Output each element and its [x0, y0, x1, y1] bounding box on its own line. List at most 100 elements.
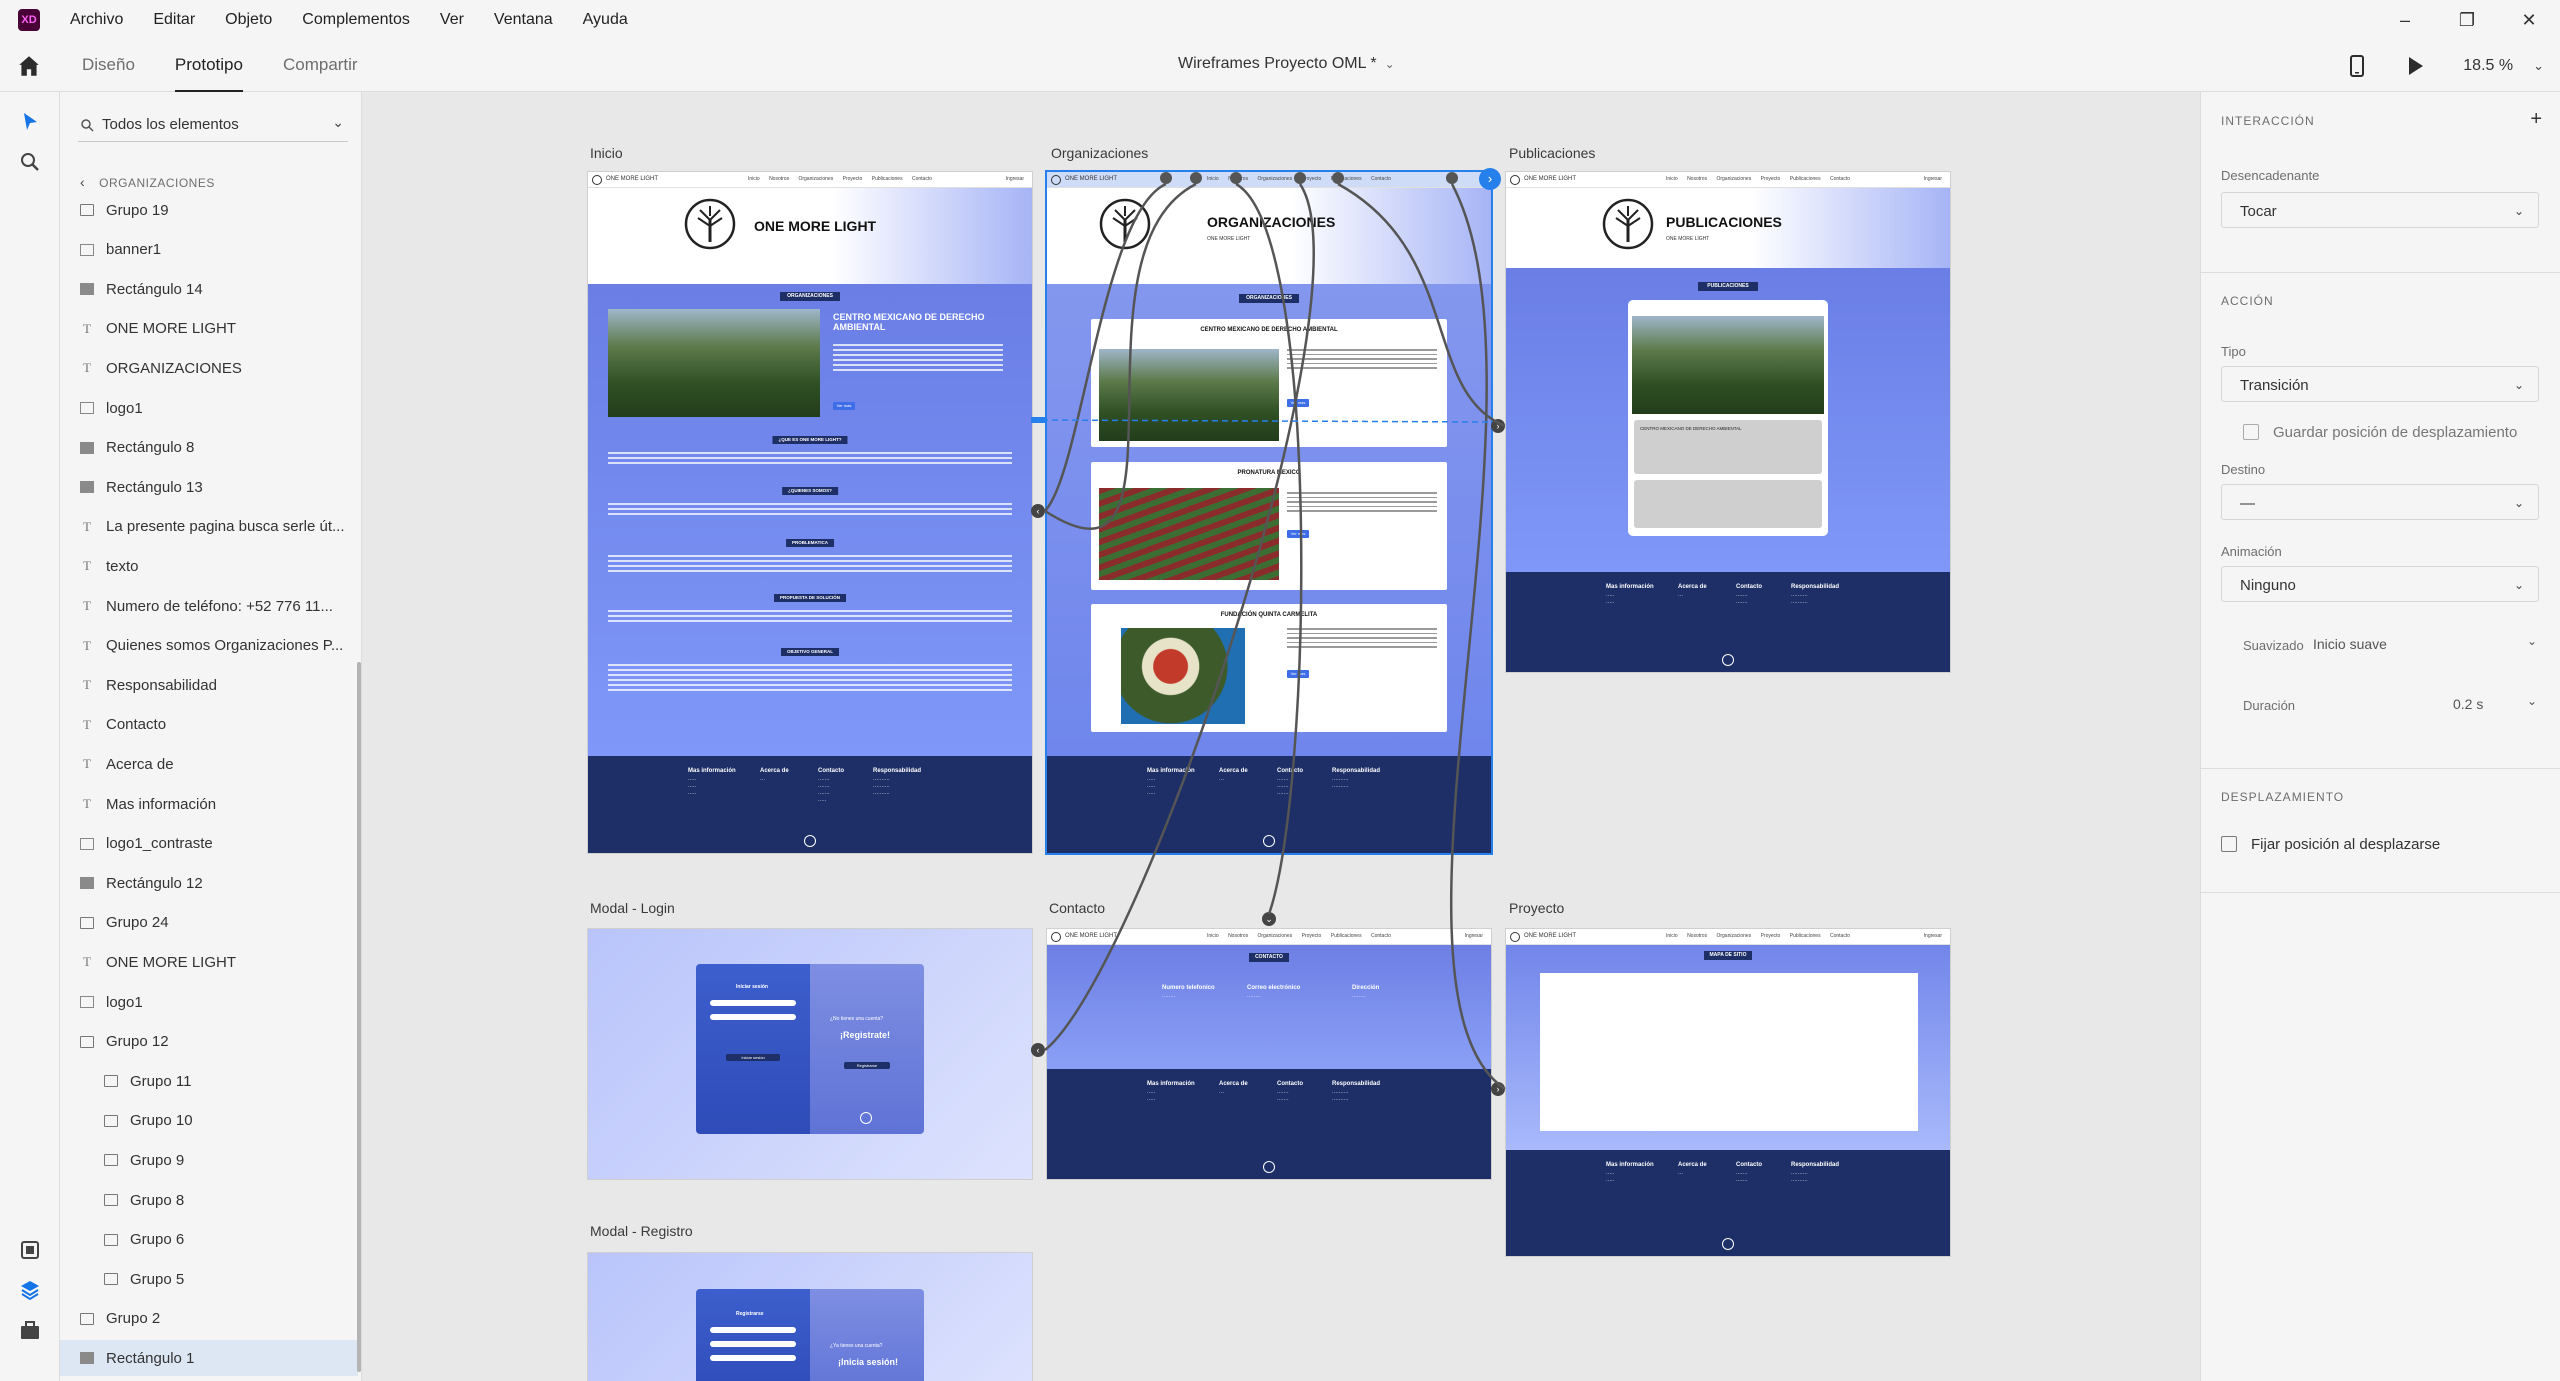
layer-row[interactable]: logo1_contraste — [60, 826, 358, 862]
restore-icon[interactable]: ❐ — [2436, 0, 2498, 40]
type-select[interactable]: Transición ⌄ — [2221, 366, 2539, 402]
artboard-inicio[interactable]: ONE MORE LIGHT Inicio Nosotros Organizac… — [588, 172, 1032, 853]
layers-panel-icon[interactable] — [18, 1278, 42, 1302]
layer-row[interactable]: Rectángulo 1 — [60, 1340, 358, 1377]
layer-row[interactable]: T Quienes somos Organizaciones P... — [60, 628, 358, 664]
nav-link[interactable]: Contacto — [1371, 933, 1391, 939]
layer-row[interactable]: T La presente pagina busca serle út... — [60, 509, 358, 545]
nav-link[interactable]: Publicaciones — [872, 176, 903, 182]
minimize-icon[interactable]: – — [2374, 0, 2436, 40]
preserve-scroll-checkbox[interactable] — [2243, 424, 2259, 440]
layer-row[interactable]: T ONE MORE LIGHT — [60, 944, 358, 980]
plugins-panel-icon[interactable] — [18, 1318, 42, 1342]
nav-link[interactable]: Nosotros — [769, 176, 789, 182]
layer-row[interactable]: Grupo 10 — [60, 1103, 358, 1139]
layer-row[interactable]: Grupo 6 — [60, 1222, 358, 1258]
connection-handle[interactable] — [1332, 172, 1344, 184]
animation-select[interactable]: Ninguno ⌄ — [2221, 566, 2539, 602]
layer-row[interactable]: T Acerca de — [60, 746, 358, 782]
artboard-label-inicio[interactable]: Inicio — [590, 145, 623, 161]
nav-link[interactable]: Contacto — [1830, 933, 1850, 939]
menu-editar[interactable]: Editar — [153, 11, 195, 29]
tab-diseno[interactable]: Diseño — [82, 40, 135, 92]
menu-archivo[interactable]: Archivo — [70, 11, 123, 29]
nav-link[interactable]: Organizaciones — [1716, 176, 1751, 182]
nav-link[interactable]: Inicio — [1666, 176, 1678, 182]
login-nav-button[interactable]: Ingresar — [1924, 176, 1942, 182]
duration-value[interactable]: 0.2 s — [2453, 696, 2483, 712]
layer-row[interactable]: logo1 — [60, 984, 358, 1020]
nav-link[interactable]: Nosotros — [1687, 933, 1707, 939]
layer-row[interactable]: Rectángulo 12 — [60, 865, 358, 901]
layer-row[interactable]: Grupo 11 — [60, 1063, 358, 1099]
nav-link[interactable]: Publicaciones — [1790, 176, 1821, 182]
layer-row[interactable]: Rectángulo 14 — [60, 271, 358, 307]
nav-link[interactable]: Organizaciones — [1257, 933, 1292, 939]
layer-row[interactable]: Grupo 8 — [60, 1182, 358, 1218]
nav-link[interactable]: Nosotros — [1687, 176, 1707, 182]
back-arrow-icon[interactable]: ‹ — [80, 174, 85, 190]
wire-arrow-icon[interactable]: › — [1491, 419, 1505, 433]
breadcrumb[interactable]: ‹ ORGANIZACIONES — [80, 174, 215, 190]
nav-link[interactable]: Inicio — [1207, 176, 1219, 182]
layer-row[interactable]: Rectángulo 8 — [60, 430, 358, 466]
comments-box[interactable] — [1634, 480, 1822, 528]
connection-handle[interactable] — [1294, 172, 1306, 184]
menu-ayuda[interactable]: Ayuda — [583, 11, 628, 29]
nav-link[interactable]: Contacto — [912, 176, 932, 182]
email-field[interactable] — [710, 1341, 796, 1347]
nav-link[interactable]: Organizaciones — [1716, 933, 1751, 939]
connection-handle[interactable] — [1190, 172, 1202, 184]
connection-handle[interactable] — [1230, 172, 1242, 184]
layer-row[interactable]: T Contacto — [60, 707, 358, 743]
document-title[interactable]: Wireframes Proyecto OML * ⌄ — [1178, 55, 1395, 73]
artboard-label-publicaciones[interactable]: Publicaciones — [1509, 145, 1595, 161]
play-icon[interactable] — [2405, 54, 2425, 78]
nav-link[interactable]: Organizaciones — [798, 176, 833, 182]
layer-row[interactable]: Ttexto — [60, 548, 358, 584]
artboard-organizaciones[interactable]: ONE MORE LIGHT Inicio Nosotros Organizac… — [1047, 172, 1491, 853]
org-card[interactable]: FUNDACIÓN QUINTA CARMELITA Ver mas — [1091, 604, 1447, 732]
login-nav-button[interactable]: Ingresar — [1006, 176, 1024, 182]
nav-link[interactable]: Publicaciones — [1790, 933, 1821, 939]
artboard-contacto[interactable]: ONE MORE LIGHT Inicio Nosotros Organizac… — [1047, 929, 1491, 1179]
name-field[interactable] — [710, 1327, 796, 1333]
artboard-publicaciones[interactable]: ONE MORE LIGHT Inicio Nosotros Organizac… — [1506, 172, 1950, 672]
wire-arrow-icon[interactable]: › — [1491, 1082, 1505, 1096]
trigger-select[interactable]: Tocar ⌄ — [2221, 192, 2539, 228]
register-button[interactable]: Registrarse — [844, 1062, 890, 1069]
nav-link[interactable]: Contacto — [1830, 176, 1850, 182]
nav-link[interactable]: Publicaciones — [1331, 933, 1362, 939]
tab-compartir[interactable]: Compartir — [283, 40, 358, 92]
nav-link[interactable]: Inicio — [1666, 933, 1678, 939]
layer-row[interactable]: T ONE MORE LIGHT — [60, 311, 358, 347]
layer-row[interactable]: T Numero de teléfono: +52 776 11... — [60, 588, 358, 624]
email-field[interactable] — [710, 1000, 796, 1006]
assets-panel-icon[interactable] — [18, 1238, 42, 1262]
publication-card[interactable]: CENTRO MEXICANO DE DERECHO AMBIENTAL — [1628, 300, 1828, 536]
add-interaction-arrow-icon[interactable]: › — [1479, 168, 1501, 190]
menu-complementos[interactable]: Complementos — [302, 11, 410, 29]
menu-objeto[interactable]: Objeto — [225, 11, 272, 29]
nav-link[interactable]: Contacto — [1371, 176, 1391, 182]
nav-link[interactable]: Inicio — [748, 176, 760, 182]
chevron-down-icon[interactable]: ⌄ — [2533, 58, 2544, 74]
layer-row[interactable]: Grupo 24 — [60, 905, 358, 941]
canvas[interactable]: Inicio Organizaciones Publicaciones Moda… — [362, 92, 2200, 1381]
login-nav-button[interactable]: Ingresar — [1465, 933, 1483, 939]
close-icon[interactable]: ✕ — [2498, 0, 2560, 40]
artboard-label-organizaciones[interactable]: Organizaciones — [1051, 145, 1148, 161]
layer-row[interactable]: Grupo 9 — [60, 1142, 358, 1178]
nav-link[interactable]: Proyecto — [1302, 933, 1322, 939]
layer-row[interactable]: Grupo 2 — [60, 1301, 358, 1337]
see-more-button[interactable]: Ver mas — [833, 402, 855, 410]
zoom-level[interactable]: 18.5 % — [2463, 57, 2513, 75]
fix-position-checkbox[interactable] — [2221, 836, 2237, 852]
nav-link[interactable]: Nosotros — [1228, 933, 1248, 939]
wire-arrow-icon[interactable]: ‹ — [1031, 1043, 1045, 1057]
destination-select[interactable]: — ⌄ — [2221, 484, 2539, 520]
mobile-preview-icon[interactable] — [2347, 54, 2367, 78]
artboard-label-modal-login[interactable]: Modal - Login — [590, 900, 675, 916]
artboard-proyecto[interactable]: ONE MORE LIGHT Inicio Nosotros Organizac… — [1506, 929, 1950, 1256]
see-more-button[interactable]: Ver mas — [1287, 399, 1309, 407]
